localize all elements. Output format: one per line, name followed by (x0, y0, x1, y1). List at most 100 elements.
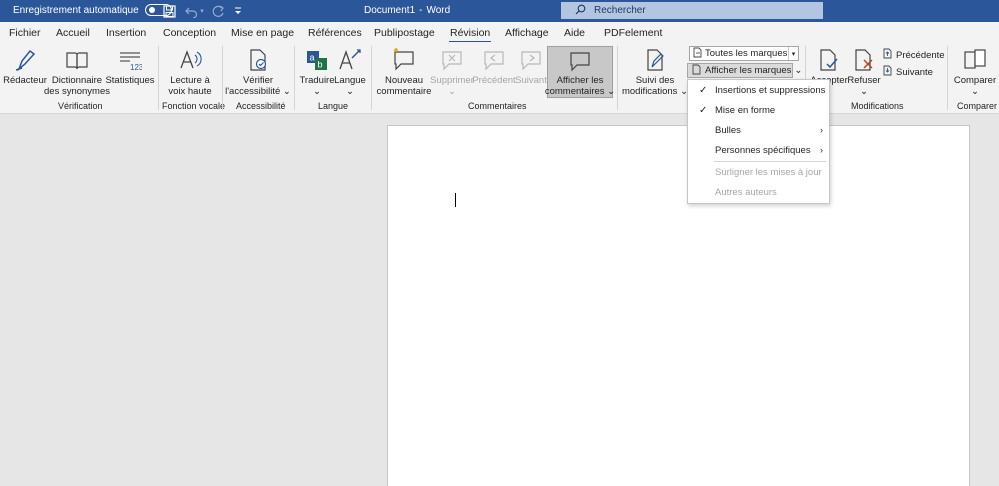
menu-item-label: Mise en forme (715, 104, 776, 116)
menu-item-personnes-specifiques[interactable]: Personnes spécifiques › (688, 141, 829, 159)
menu-item-mise-en-forme[interactable]: ✓ Mise en forme (688, 101, 829, 119)
group-label-verification: Vérification (58, 101, 103, 111)
precedent-label: Précédent (472, 75, 516, 86)
afficher-commentaires-button[interactable]: Afficher les commentaires ⌄ (545, 46, 615, 98)
menu-item-insertions-suppressions[interactable]: ✓ Insertions et suppressions (688, 81, 829, 99)
refuser-label: Refuser (847, 75, 881, 86)
tab-aide[interactable]: Aide (564, 27, 585, 39)
afficher-marques-button[interactable]: Afficher les marques ⌄ (687, 63, 802, 78)
nouveau-label-2: commentaire (376, 86, 432, 97)
tab-fichier[interactable]: Fichier (9, 27, 41, 39)
nouveau-commentaire-button[interactable]: Nouveau commentaire (377, 47, 431, 97)
save-icon[interactable] (161, 3, 177, 19)
comparer-button[interactable]: Comparer ⌄ (953, 47, 997, 97)
afficher-marques-label: Afficher les marques (705, 65, 792, 76)
tab-affichage[interactable]: Affichage (505, 27, 549, 39)
text-cursor (455, 193, 456, 207)
undo-dropdown-icon[interactable]: ▾ (198, 3, 206, 19)
document-page[interactable] (387, 125, 970, 486)
traduire-button[interactable]: ab Traduire ⌄ (299, 47, 335, 97)
tab-insertion[interactable]: Insertion (106, 27, 146, 39)
tab-revision[interactable]: Révision (448, 27, 492, 43)
verifier-label-2: l'accessibilité ⌄ (225, 86, 291, 97)
redacteur-label: Rédacteur (3, 75, 47, 86)
ribbon: Rédacteur Dictionnaire des synonymes 123… (0, 42, 999, 114)
group-divider (371, 46, 372, 110)
autosave-control[interactable]: Enregistrement automatique (13, 4, 172, 16)
menu-item-label: Bulles (715, 124, 741, 136)
chevron-down-icon: ⌄ (448, 86, 456, 97)
refuser-button[interactable]: Refuser ⌄ (847, 47, 881, 97)
pen-icon (12, 47, 38, 73)
markup-display-select[interactable]: Toutes les marques ▾ (689, 46, 799, 61)
lecture-voix-haute-button[interactable]: Lecture à voix haute (168, 47, 212, 97)
redo-icon[interactable] (210, 3, 226, 19)
track-changes-icon (642, 47, 668, 73)
autosave-label: Enregistrement automatique (13, 4, 139, 16)
undo-icon[interactable] (183, 3, 199, 19)
tab-accueil[interactable]: Accueil (56, 27, 90, 39)
dictionnaire-label-2: des synonymes (44, 86, 111, 97)
translate-icon: ab (304, 47, 330, 73)
reject-change-icon (851, 47, 877, 73)
search-box[interactable]: Rechercher (561, 2, 823, 19)
precedent-button[interactable]: Précédent (472, 47, 516, 86)
statistiques-label: Statistiques (105, 75, 155, 86)
search-placeholder: Rechercher (594, 5, 646, 16)
chevron-down-icon: ⌄ (860, 86, 868, 97)
verifier-label-1: Vérifier (242, 75, 274, 86)
document-name: Document1 (364, 5, 416, 16)
menu-item-autres-auteurs[interactable]: Autres auteurs (688, 183, 829, 201)
precedente-button[interactable]: Précédente (882, 48, 945, 62)
next-comment-icon (518, 47, 544, 73)
tab-mise-en-page[interactable]: Mise en page (231, 27, 294, 39)
show-markup-icon (691, 64, 702, 78)
suivante-button[interactable]: Suivante (882, 65, 933, 79)
svg-text:123: 123 (130, 63, 142, 72)
tab-conception[interactable]: Conception (163, 27, 216, 39)
tab-publipostage[interactable]: Publipostage (374, 27, 435, 39)
tab-pdfelement[interactable]: PDFelement (604, 27, 662, 39)
show-markup-menu: ✓ Insertions et suppressions ✓ Mise en f… (687, 79, 830, 204)
ribbon-tabs: Fichier Accueil Insertion Conception Mis… (0, 22, 999, 43)
langue-button[interactable]: Langue ⌄ (334, 47, 366, 97)
group-label-accessibilite: Accessibilité (236, 101, 286, 111)
tab-references[interactable]: Références (308, 27, 362, 39)
suivant-label: Suivant (515, 75, 547, 86)
dictionnaire-label-1: Dictionnaire (51, 75, 103, 86)
group-divider (222, 46, 223, 110)
menu-item-surligner-mises-a-jour[interactable]: Surligner les mises à jour (688, 163, 829, 181)
lecture-label-2: voix haute (168, 86, 212, 97)
supprimer-button[interactable]: Supprimer ⌄ (430, 47, 474, 97)
precedente-label: Précédente (896, 49, 945, 61)
check-icon: ✓ (699, 84, 708, 96)
menu-item-label: Surligner les mises à jour (715, 166, 822, 178)
chevron-down-icon: ⌄ (971, 86, 979, 97)
menu-divider (714, 161, 826, 162)
group-label-fonction-vocale: Fonction vocale (162, 101, 226, 111)
group-label-comparer: Comparer (957, 101, 998, 111)
suivant-button[interactable]: Suivant (514, 47, 548, 86)
langue-label: Langue (334, 75, 366, 86)
afficher-label-2: commentaires ⌄ (545, 86, 615, 97)
chevron-right-icon: › (820, 125, 823, 135)
group-divider (158, 46, 159, 110)
menu-item-bulles[interactable]: Bulles › (688, 121, 829, 139)
check-icon: ✓ (699, 104, 708, 116)
previous-comment-icon (481, 47, 507, 73)
suivi-modifications-button[interactable]: Suivi des modifications ⌄ (622, 47, 688, 97)
statistiques-button[interactable]: 123 Statistiques (105, 47, 155, 86)
redacteur-button[interactable]: Rédacteur (3, 47, 47, 86)
customize-qat-icon[interactable] (230, 3, 246, 19)
new-comment-icon (391, 47, 417, 73)
read-aloud-icon (177, 47, 203, 73)
dictionnaire-button[interactable]: Dictionnaire des synonymes (44, 47, 111, 97)
lecture-label-1: Lecture à (170, 75, 210, 86)
verifier-accessibilite-button[interactable]: Vérifier l'accessibilité ⌄ (225, 47, 291, 97)
compare-icon (962, 47, 988, 73)
next-change-icon (882, 65, 893, 79)
combo-arrow-icon[interactable]: ▾ (788, 47, 798, 60)
group-divider (947, 46, 948, 110)
word-count-icon: 123 (117, 47, 143, 73)
language-icon (337, 47, 363, 73)
